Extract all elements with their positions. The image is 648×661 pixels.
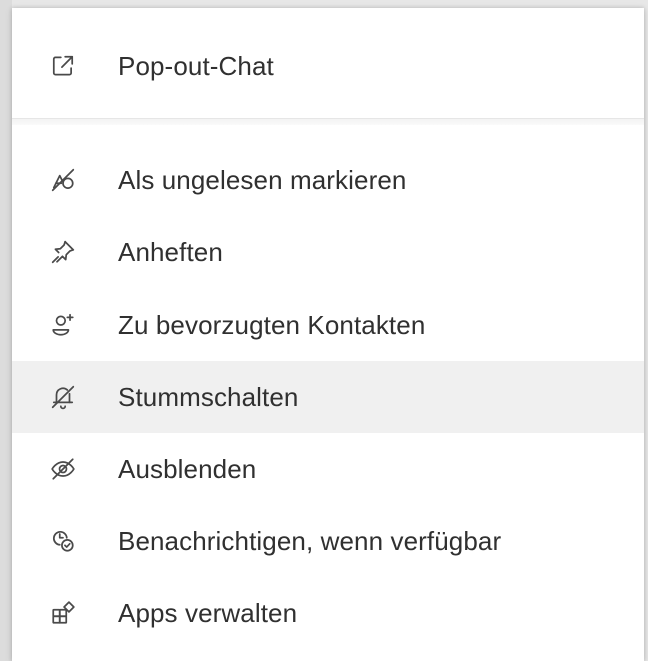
mute-bell-icon — [50, 384, 76, 410]
menu-item-hide[interactable]: Ausblenden — [12, 433, 644, 505]
menu-item-add-favorite-contact[interactable]: Zu bevorzugten Kontakten — [12, 289, 644, 361]
menu-item-mark-unread[interactable]: Als ungelesen markieren — [12, 144, 644, 216]
menu-item-mute[interactable]: Stummschalten — [12, 361, 644, 433]
menu-item-notify-available[interactable]: Benachrichtigen, wenn verfügbar — [12, 505, 644, 577]
menu-item-label: Ausblenden — [118, 453, 257, 484]
menu-item-label: Stummschalten — [118, 381, 299, 412]
menu-item-pin[interactable]: Anheften — [12, 216, 644, 288]
menu-item-label: Benachrichtigen, wenn verfügbar — [118, 525, 502, 556]
manage-apps-icon — [50, 600, 76, 626]
menu-item-label: Apps verwalten — [118, 597, 298, 628]
menu-item-pop-out-chat[interactable]: Pop-out-Chat — [12, 30, 644, 102]
pin-icon — [50, 239, 76, 265]
mark-unread-icon — [50, 167, 76, 193]
menu-item-label: Zu bevorzugten Kontakten — [118, 309, 426, 340]
menu-item-manage-apps[interactable]: Apps verwalten — [12, 577, 644, 649]
menu-item-label: Anheften — [118, 236, 223, 267]
menu-item-label: Pop-out-Chat — [118, 50, 274, 81]
backdrop — [0, 0, 12, 661]
hide-eye-icon — [50, 456, 76, 482]
menu-item-label: Als ungelesen markieren — [118, 164, 407, 195]
pop-out-icon — [50, 53, 76, 79]
context-menu: Pop-out-Chat Als ungelesen markieren Anh… — [12, 8, 644, 661]
menu-divider — [12, 118, 644, 125]
notify-available-icon — [50, 528, 76, 554]
add-favorite-contact-icon — [50, 312, 76, 338]
